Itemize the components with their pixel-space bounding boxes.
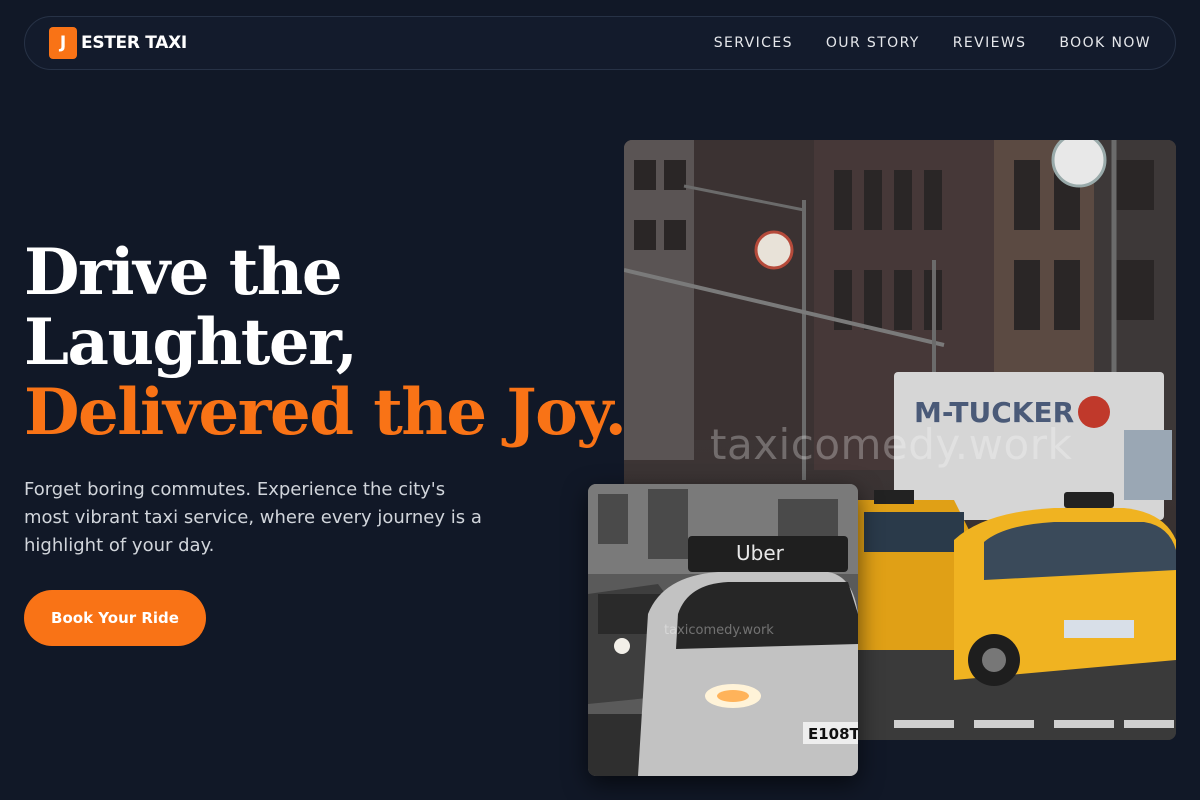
uber-roof-sign: Uber [736, 541, 785, 565]
headline-line-2: Laughter, [24, 305, 358, 380]
hero-lead-text: Forget boring commutes. Experience the c… [24, 479, 482, 556]
nav-link-services[interactable]: SERVICES [714, 35, 793, 51]
brand-logo[interactable]: J ESTER TAXI [49, 27, 187, 59]
headline-line-1: Drive the [24, 235, 343, 310]
book-your-ride-button[interactable]: Book Your Ride [24, 590, 206, 646]
inset-photo-uber-car: Uber E108T [588, 484, 858, 776]
brand-mark-icon: J [49, 27, 77, 59]
nav-link-reviews[interactable]: REVIEWS [953, 35, 1027, 51]
uber-car-illustration: Uber E108T [588, 484, 858, 776]
brand-name: ESTER TAXI [81, 33, 187, 53]
uber-license-plate: E108T [808, 725, 858, 743]
nav-links: SERVICES OUR STORY REVIEWS BOOK NOW [714, 35, 1151, 51]
top-navbar: J ESTER TAXI SERVICES OUR STORY REVIEWS … [24, 16, 1176, 70]
headline-line-3: Delivered the Joy. [24, 375, 627, 450]
nav-link-book-now[interactable]: BOOK NOW [1059, 35, 1151, 51]
page: J ESTER TAXI SERVICES OUR STORY REVIEWS … [0, 0, 1200, 800]
truck-lettering: M-TUCKER [914, 396, 1074, 429]
hero-headline: Drive the Laughter, Delivered the Joy. [24, 235, 627, 450]
nav-link-our-story[interactable]: OUR STORY [826, 35, 920, 51]
